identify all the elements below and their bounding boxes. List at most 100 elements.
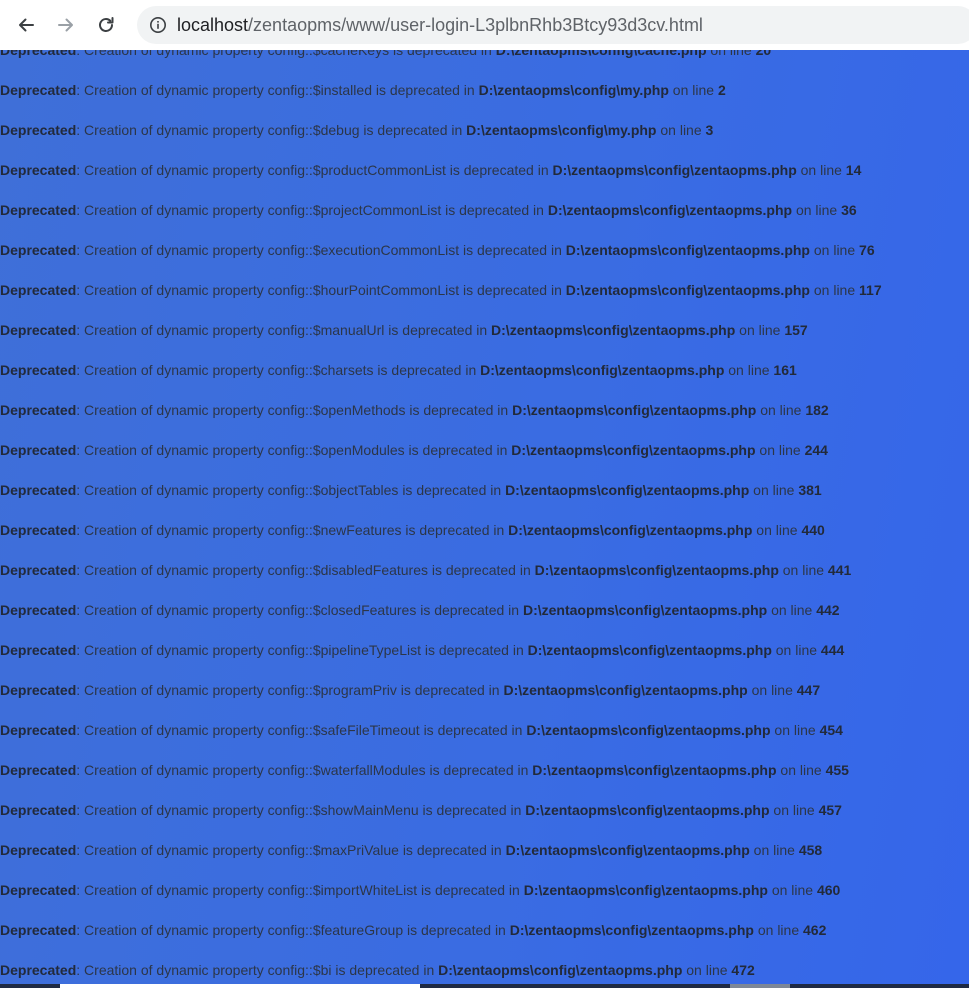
line-number: 440 (801, 522, 825, 538)
page-content: Deprecated: Creation of dynamic property… (0, 50, 969, 988)
label: Deprecated (0, 722, 77, 738)
label: Deprecated (0, 962, 77, 978)
file-path: D:\zentaopms\config\zentaopms.php (526, 722, 771, 738)
label: Deprecated (0, 82, 77, 98)
line-number: 457 (818, 802, 842, 818)
label: Deprecated (0, 402, 77, 418)
on-line-text: on line (682, 962, 732, 978)
deprecated-message: Deprecated: Creation of dynamic property… (0, 600, 840, 620)
message-text: : Creation of dynamic property config::$… (76, 522, 509, 538)
line-number: 157 (784, 322, 808, 338)
deprecated-message: Deprecated: Creation of dynamic property… (0, 160, 861, 180)
back-arrow-icon[interactable] (12, 11, 40, 39)
line-number: 444 (820, 642, 845, 658)
message-text: : Creation of dynamic property config::$… (76, 202, 548, 218)
message-text: : Creation of dynamic property config::$… (76, 722, 527, 738)
url-host: localhost (177, 14, 249, 35)
message-text: : Creation of dynamic property config::$… (76, 282, 566, 298)
on-line-text: on line (756, 402, 806, 418)
line-number: 14 (845, 162, 862, 178)
message-text: : Creation of dynamic property config::$… (76, 642, 528, 658)
deprecated-message: Deprecated: Creation of dynamic property… (0, 440, 828, 460)
on-line-text: on line (735, 322, 785, 338)
file-path: D:\zentaopms\config\zentaopms.php (503, 682, 748, 698)
label: Deprecated (0, 442, 77, 458)
label: Deprecated (0, 762, 77, 778)
line-number: 117 (859, 282, 882, 298)
browser-toolbar: localhost/zentaopms/www/user-login-L3plb… (0, 0, 969, 50)
message-text: : Creation of dynamic property config::$… (76, 442, 512, 458)
deprecated-message: Deprecated: Creation of dynamic property… (0, 80, 726, 100)
deprecated-message: Deprecated: Creation of dynamic property… (0, 840, 822, 860)
line-number: 462 (803, 922, 827, 938)
address-bar[interactable]: localhost/zentaopms/www/user-login-L3plb… (137, 6, 969, 44)
line-number: 182 (805, 402, 829, 418)
on-line-text: on line (767, 882, 817, 898)
message-text: : Creation of dynamic property config::$… (76, 50, 496, 58)
message-text: : Creation of dynamic property config::$… (76, 842, 506, 858)
deprecated-message: Deprecated: Creation of dynamic property… (0, 240, 875, 260)
message-text: : Creation of dynamic property config::$… (76, 922, 510, 938)
deprecated-message: Deprecated: Creation of dynamic property… (0, 320, 808, 340)
file-path: D:\zentaopms\config\zentaopms.php (508, 522, 753, 538)
label: Deprecated (0, 162, 77, 178)
deprecated-message: Deprecated: Creation of dynamic property… (0, 120, 713, 140)
deprecated-message: Deprecated: Creation of dynamic property… (0, 920, 826, 940)
deprecated-message: Deprecated: Creation of dynamic property… (0, 800, 842, 820)
line-number: 441 (827, 562, 852, 578)
on-line-text: on line (796, 162, 846, 178)
label: Deprecated (0, 882, 77, 898)
message-text: : Creation of dynamic property config::$… (76, 82, 479, 98)
line-number: 20 (755, 50, 772, 58)
on-line-text: on line (767, 602, 817, 618)
on-line-text: on line (776, 762, 826, 778)
label: Deprecated (0, 122, 77, 138)
file-path: D:\zentaopms\config\zentaopms.php (522, 602, 768, 618)
on-line-text: on line (724, 362, 774, 378)
on-line-text: on line (749, 482, 799, 498)
deprecated-message: Deprecated: Creation of dynamic property… (0, 480, 822, 500)
message-text: : Creation of dynamic property config::$… (76, 882, 524, 898)
bottom-strip (0, 984, 969, 988)
reload-icon[interactable] (92, 11, 120, 39)
line-number: 36 (841, 202, 857, 218)
label: Deprecated (0, 922, 77, 938)
line-number: 442 (816, 602, 840, 618)
line-number: 454 (819, 722, 843, 738)
line-number: 460 (816, 882, 841, 898)
file-path: D:\zentaopms\config\zentaopms.php (525, 802, 770, 818)
on-line-text: on line (668, 82, 718, 98)
file-path: D:\zentaopms\config\cache.php (495, 50, 707, 58)
on-line-text: on line (769, 802, 819, 818)
line-number: 472 (731, 962, 755, 978)
url-path: /zentaopms/www/user-login-L3plbnRhb3Btcy… (248, 14, 703, 35)
scrollbar-thumb[interactable] (60, 984, 420, 988)
on-line-text: on line (755, 442, 805, 458)
url-text[interactable]: localhost/zentaopms/www/user-login-L3plb… (177, 15, 703, 36)
file-path: D:\zentaopms\config\zentaopms.php (527, 642, 772, 658)
forward-arrow-icon[interactable] (52, 11, 80, 39)
on-line-text: on line (656, 122, 706, 138)
message-text: : Creation of dynamic property config::$… (76, 322, 492, 338)
deprecated-message: Deprecated: Creation of dynamic property… (0, 520, 825, 540)
file-path: D:\zentaopms\config\zentaopms.php (532, 762, 777, 778)
line-number: 447 (796, 682, 821, 698)
message-text: : Creation of dynamic property config::$… (76, 122, 467, 138)
label: Deprecated (0, 522, 77, 538)
message-text: : Creation of dynamic property config::$… (76, 162, 553, 178)
on-line-text: on line (706, 50, 756, 58)
message-text: : Creation of dynamic property config::$… (76, 962, 439, 978)
message-text: : Creation of dynamic property config::$… (76, 362, 481, 378)
message-text: : Creation of dynamic property config::$… (76, 402, 513, 418)
message-text: : Creation of dynamic property config::$… (76, 242, 566, 258)
deprecated-message: Deprecated: Creation of dynamic property… (0, 200, 857, 220)
line-number: 244 (804, 442, 828, 458)
deprecated-message: Deprecated: Creation of dynamic property… (0, 760, 849, 780)
on-line-text: on line (809, 242, 860, 258)
label: Deprecated (0, 242, 77, 258)
deprecated-message: Deprecated: Creation of dynamic property… (0, 50, 771, 60)
info-icon[interactable] (149, 16, 167, 34)
message-text: : Creation of dynamic property config::$… (76, 602, 523, 618)
file-path: D:\zentaopms\config\zentaopms.php (565, 242, 810, 258)
on-line-text: on line (792, 202, 842, 218)
